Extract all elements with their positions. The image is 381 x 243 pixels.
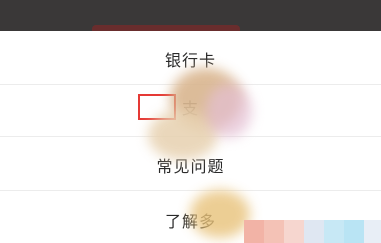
divider <box>0 136 381 137</box>
menu-item-payment[interactable]: 支 <box>0 87 381 127</box>
menu-item-label: 银行卡 <box>164 53 216 70</box>
menu-item-bank-card[interactable]: 银行卡 <box>0 40 381 78</box>
menu-item-label: 了解多 <box>164 214 216 231</box>
divider <box>0 84 381 85</box>
divider <box>0 190 381 191</box>
menu-item-label: 支 <box>181 101 199 118</box>
menu-item-label: 常见问题 <box>156 159 225 176</box>
menu-item-faq[interactable]: 常见问题 <box>0 145 381 185</box>
top-bar <box>0 0 381 33</box>
menu-item-learn-more[interactable]: 了解多 <box>0 200 381 240</box>
